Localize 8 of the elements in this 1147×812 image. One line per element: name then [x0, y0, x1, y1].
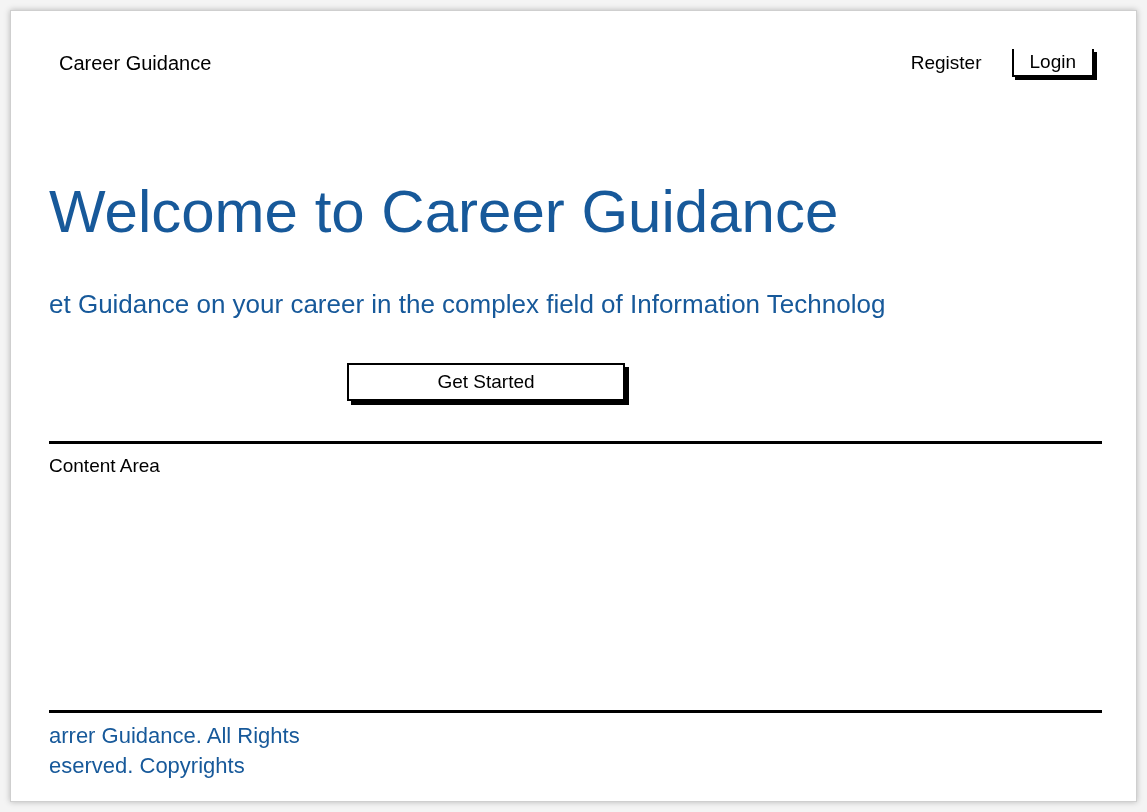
- register-link[interactable]: Register: [910, 48, 982, 78]
- footer-text: arrer Guidance. All Rights: [49, 722, 301, 750]
- hero-title: Welcome to Career Guidance: [49, 177, 840, 247]
- footer-text: eserved. Copyrights: [49, 752, 246, 780]
- login-button[interactable]: Login: [1011, 49, 1094, 77]
- hero-subtitle: et Guidance on your career in the complex field of Information Technolog: [49, 288, 887, 321]
- content-area-label: Content Area: [49, 454, 161, 478]
- brand-title: Career Guidance: [59, 51, 212, 76]
